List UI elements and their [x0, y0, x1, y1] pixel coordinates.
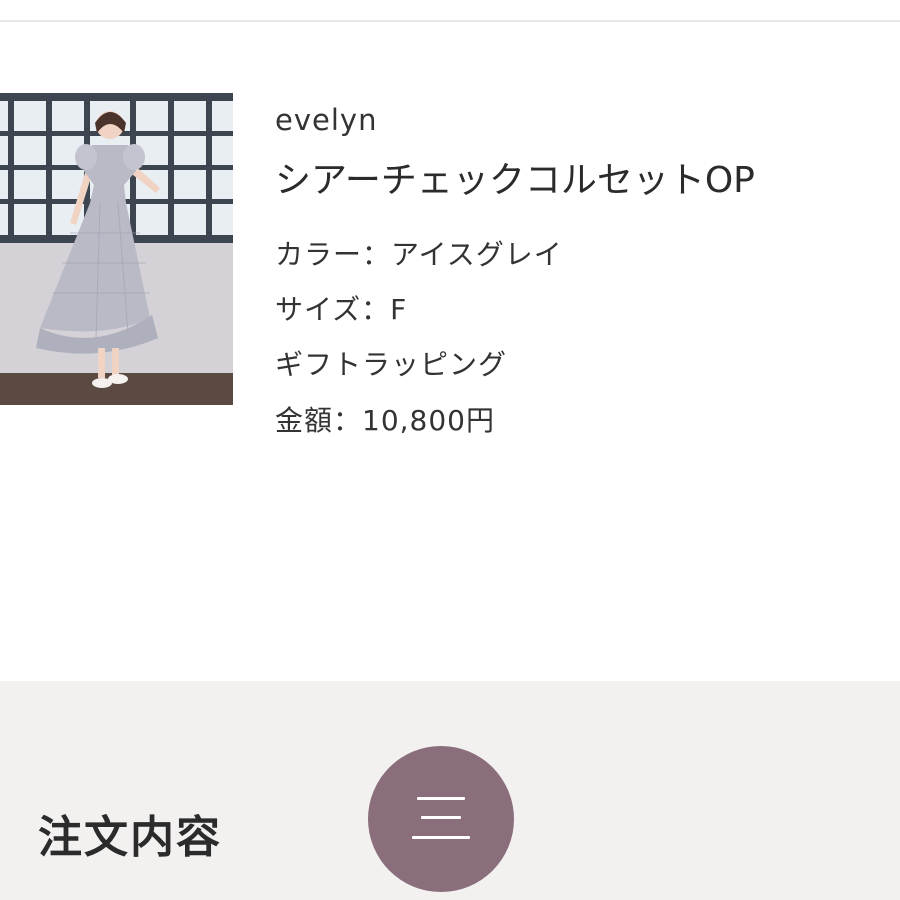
brand-name: evelyn: [275, 103, 378, 137]
gift-wrapping-detail: ギフトラッピング: [275, 348, 508, 381]
top-divider: [0, 20, 900, 22]
product-image[interactable]: [0, 93, 233, 405]
menu-button[interactable]: [368, 746, 514, 892]
section-title: 注文内容: [38, 812, 222, 863]
product-photo-icon: [0, 93, 233, 405]
order-item: evelyn シアーチェックコルセットOP カラー：アイスグレイ サイズ：F ギ…: [0, 93, 900, 437]
price-detail: 金額：10,800円: [275, 404, 495, 437]
hamburger-menu-icon: [411, 797, 471, 841]
color-detail: カラー：アイスグレイ: [275, 238, 563, 271]
order-summary-panel: 注文内容: [0, 681, 900, 900]
size-detail: サイズ：F: [275, 293, 408, 326]
product-name[interactable]: シアーチェックコルセットOP: [275, 151, 755, 203]
